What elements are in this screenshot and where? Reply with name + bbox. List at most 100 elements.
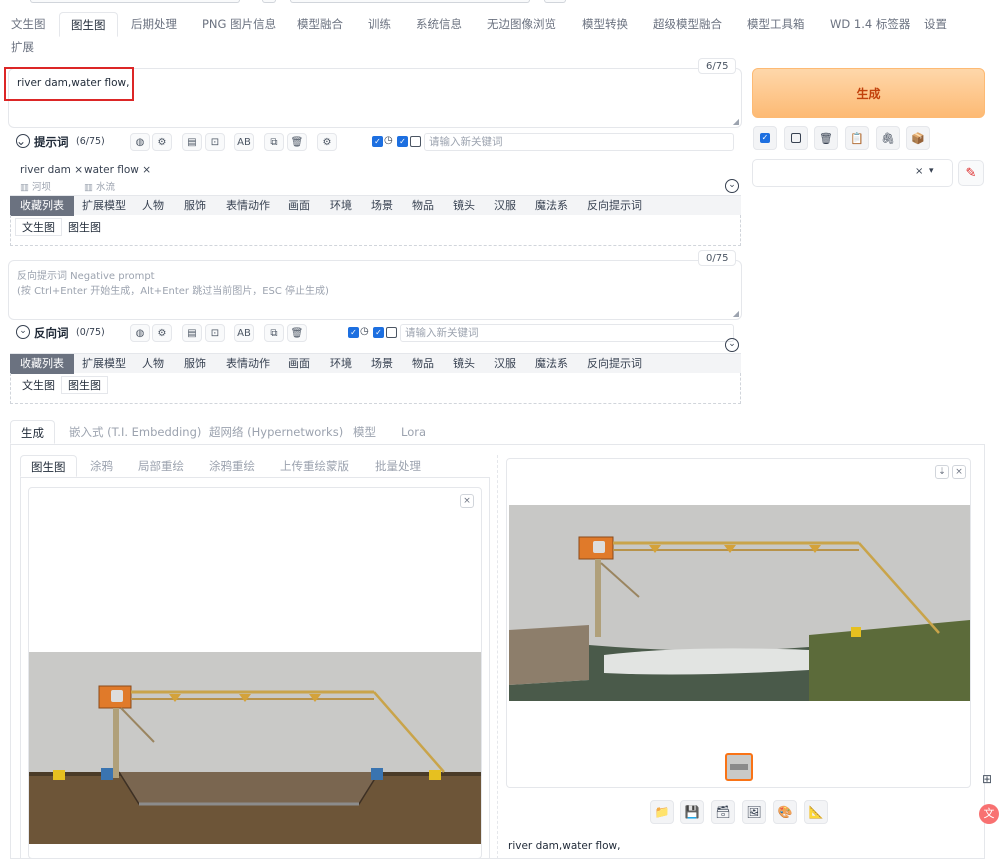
trash-icon[interactable]: 🗑 bbox=[287, 324, 307, 342]
translate-float-icon[interactable]: 文 bbox=[979, 804, 999, 824]
cat-favorites[interactable]: 收藏列表 bbox=[10, 196, 74, 216]
cat-hanfu[interactable]: 汉服 bbox=[484, 354, 526, 374]
tab-image-browser[interactable]: 无边图像浏览 bbox=[476, 12, 567, 37]
cat-items[interactable]: 物品 bbox=[402, 196, 444, 216]
tab-sysinfo[interactable]: 系统信息 bbox=[405, 12, 473, 37]
copy-icon[interactable]: ⧉ bbox=[264, 324, 284, 342]
clock-icon[interactable]: ◷ bbox=[360, 326, 369, 337]
edit-pencil-icon[interactable]: ✎ bbox=[958, 160, 984, 186]
subtab-lora[interactable]: Lora bbox=[391, 420, 436, 444]
cat-scene[interactable]: 画面 bbox=[278, 354, 320, 374]
check-box-1[interactable]: ✓ bbox=[372, 136, 383, 147]
cat-lens[interactable]: 镜头 bbox=[443, 196, 485, 216]
check-box-2[interactable]: ✓ bbox=[397, 136, 408, 147]
imgtab-batch[interactable]: 批量处理 bbox=[365, 455, 431, 477]
translate-globe-icon[interactable]: ◍ bbox=[130, 133, 150, 151]
imgtab-inpaint-upload[interactable]: 上传重绘蒙版 bbox=[270, 455, 359, 477]
imgtab-inpaint-sketch[interactable]: 涂鸦重绘 bbox=[199, 455, 265, 477]
copy-icon[interactable]: ⧉ bbox=[264, 133, 284, 151]
tab-merge[interactable]: 模型融合 bbox=[286, 12, 354, 37]
cat-people[interactable]: 人物 bbox=[132, 196, 174, 216]
style-clipboard-icon[interactable]: 📋 bbox=[845, 126, 869, 150]
check-box-3[interactable] bbox=[410, 136, 421, 147]
settings-gear-icon[interactable]: ⚙ bbox=[152, 324, 172, 342]
tab-txt2img[interactable]: 文生图 bbox=[0, 12, 57, 37]
cat-magic[interactable]: 魔法系 bbox=[525, 196, 578, 216]
tag-water-flow[interactable]: water flow × bbox=[84, 164, 151, 176]
cat-setting[interactable]: 场景 bbox=[361, 196, 403, 216]
cat-environment[interactable]: 环境 bbox=[320, 196, 362, 216]
imgtab-sketch[interactable]: 涂鸦 bbox=[80, 455, 123, 477]
check-box-3[interactable] bbox=[386, 327, 397, 338]
save-style-icon[interactable]: 🖇 bbox=[876, 126, 900, 150]
tab-extensions[interactable]: 扩展 bbox=[0, 35, 45, 60]
favorite-bookmark-icon[interactable]: ⊡ bbox=[205, 133, 225, 151]
save-disk-icon[interactable]: 💾 bbox=[680, 800, 704, 824]
download-icon[interactable]: ⇣ bbox=[935, 465, 949, 479]
negative-textarea[interactable]: 反向提示词 Negative prompt (按 Ctrl+Enter 开始生成… bbox=[8, 260, 742, 320]
resize-grip-icon[interactable]: ◢ bbox=[733, 309, 739, 318]
zip-archive-icon[interactable]: 🗃 bbox=[711, 800, 735, 824]
collapse-circle-icon[interactable]: ⌄ bbox=[16, 325, 30, 339]
tab-supermerger[interactable]: 超级模型融合 bbox=[642, 12, 733, 37]
clear-x-icon[interactable]: × bbox=[915, 166, 923, 177]
cat-items[interactable]: 物品 bbox=[402, 354, 444, 374]
cat-clothing[interactable]: 服饰 bbox=[174, 196, 216, 216]
cat-ext-models[interactable]: 扩展模型 bbox=[72, 354, 136, 374]
tab-model-convert[interactable]: 模型转换 bbox=[571, 12, 639, 37]
generate-button[interactable]: 生成 bbox=[752, 68, 985, 118]
history-doc-icon[interactable]: ▤ bbox=[182, 133, 202, 151]
cat-hanfu[interactable]: 汉服 bbox=[484, 196, 526, 216]
cat-lens[interactable]: 镜头 bbox=[443, 354, 485, 374]
tab-img2img[interactable]: 图生图 bbox=[59, 12, 118, 37]
favorite-bookmark-icon[interactable]: ⊡ bbox=[205, 324, 225, 342]
clock-icon[interactable]: ◷ bbox=[384, 135, 393, 146]
fav-subtab-img2img[interactable]: 图生图 bbox=[61, 218, 108, 236]
fav-subtab-txt2img[interactable]: 文生图 bbox=[15, 218, 62, 236]
subtab-hypernetworks[interactable]: 超网络 (Hypernetworks) bbox=[199, 420, 353, 444]
output-image[interactable] bbox=[509, 505, 970, 701]
translate-ab-icon[interactable]: AB bbox=[234, 133, 254, 151]
qr-grid-icon[interactable]: ⊞ bbox=[982, 772, 998, 788]
translate-globe-icon[interactable]: ◍ bbox=[130, 324, 150, 342]
close-icon[interactable]: × bbox=[952, 465, 966, 479]
tab-settings[interactable]: 设置 bbox=[913, 12, 958, 37]
cat-people[interactable]: 人物 bbox=[132, 354, 174, 374]
subtab-model[interactable]: 模型 bbox=[343, 420, 386, 444]
cat-favorites[interactable]: 收藏列表 bbox=[10, 354, 74, 374]
check-box-2[interactable]: ✓ bbox=[373, 327, 384, 338]
tag-river-dam[interactable]: river dam × bbox=[20, 164, 83, 176]
clear-square-icon[interactable] bbox=[784, 126, 808, 150]
cat-clothing[interactable]: 服饰 bbox=[174, 354, 216, 374]
cat-environment[interactable]: 环境 bbox=[320, 354, 362, 374]
subtab-embedding[interactable]: 嵌入式 (T.I. Embedding) bbox=[59, 420, 211, 444]
cat-setting[interactable]: 场景 bbox=[361, 354, 403, 374]
cat-negative[interactable]: 反向提示词 bbox=[577, 354, 652, 374]
config-gear-icon[interactable]: ⚙ bbox=[317, 133, 337, 151]
tag-close-icon[interactable]: × bbox=[74, 164, 83, 176]
cat-ext-models[interactable]: 扩展模型 bbox=[72, 196, 136, 216]
send-to-extras-icon[interactable]: 📐 bbox=[804, 800, 828, 824]
trash-bin-icon[interactable]: 🗑 bbox=[814, 126, 838, 150]
imgtab-inpaint[interactable]: 局部重绘 bbox=[128, 455, 194, 477]
close-icon[interactable]: × bbox=[460, 494, 474, 508]
prompt-keyword-input[interactable]: 请输入新关键词 bbox=[424, 133, 734, 151]
input-image-panel[interactable]: × bbox=[28, 487, 482, 859]
tab-train[interactable]: 训练 bbox=[357, 12, 402, 37]
package-icon[interactable]: 📦 bbox=[906, 126, 930, 150]
expand-chevron-icon[interactable]: ⌄ bbox=[725, 338, 739, 352]
fav-subtab-img2img[interactable]: 图生图 bbox=[61, 376, 108, 394]
settings-gear-icon[interactable]: ⚙ bbox=[152, 133, 172, 151]
imgtab-img2img[interactable]: 图生图 bbox=[20, 455, 77, 477]
cat-negative[interactable]: 反向提示词 bbox=[577, 196, 652, 216]
styles-dropdown[interactable]: × ▾ bbox=[752, 159, 953, 187]
gallery-thumbnail[interactable] bbox=[725, 753, 753, 781]
expand-chevron-icon[interactable]: ⌄ bbox=[725, 179, 739, 193]
tab-png-info[interactable]: PNG 图片信息 bbox=[191, 12, 287, 37]
cat-magic[interactable]: 魔法系 bbox=[525, 354, 578, 374]
check-box-1[interactable]: ✓ bbox=[348, 327, 359, 338]
tab-toolkit[interactable]: 模型工具箱 bbox=[736, 12, 816, 37]
fav-subtab-txt2img[interactable]: 文生图 bbox=[15, 376, 62, 394]
history-doc-icon[interactable]: ▤ bbox=[182, 324, 202, 342]
open-folder-icon[interactable]: 📁 bbox=[650, 800, 674, 824]
